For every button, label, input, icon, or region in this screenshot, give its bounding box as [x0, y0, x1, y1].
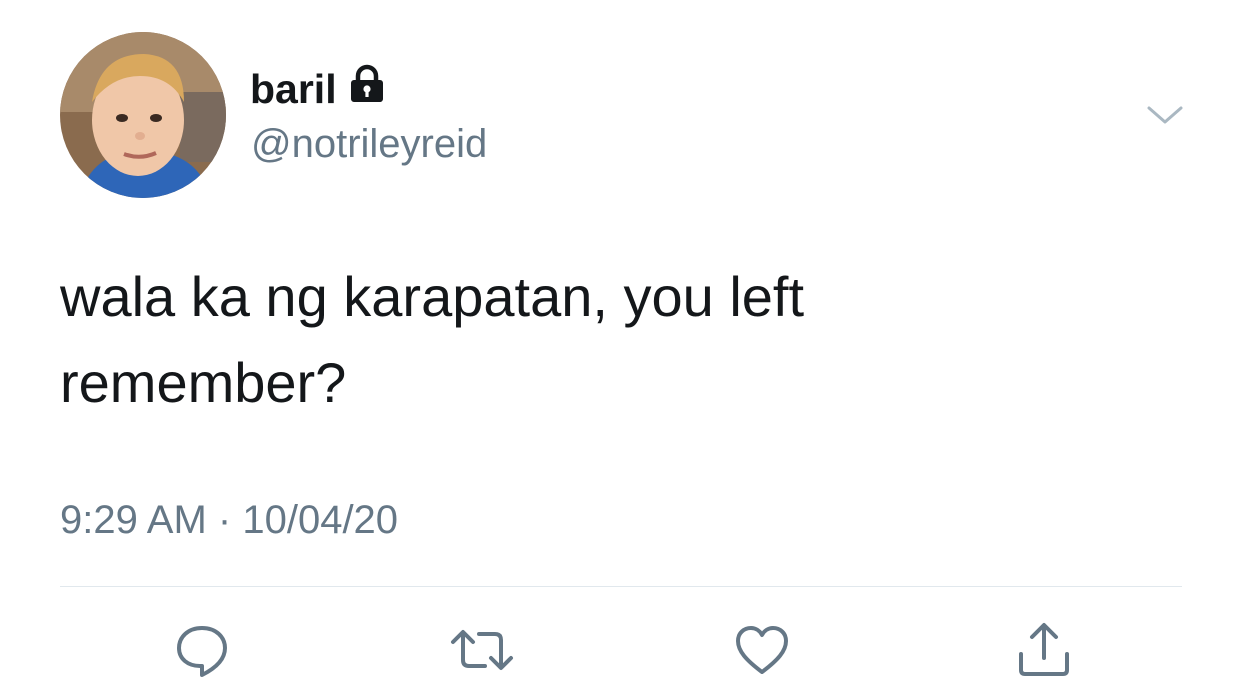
tweet-time: 9:29 AM — [60, 498, 207, 542]
retweet-icon — [449, 620, 515, 685]
tweet-timestamp[interactable]: 9:29 AM · 10/04/20 — [60, 494, 398, 546]
retweet-button[interactable] — [450, 620, 514, 684]
author-handle[interactable]: @notrileyreid — [251, 118, 487, 170]
avatar-image — [60, 32, 226, 198]
reply-icon — [172, 620, 232, 685]
reply-button[interactable] — [170, 620, 234, 684]
divider — [60, 586, 1182, 587]
timestamp-separator: · — [217, 498, 232, 542]
tweet-date: 10/04/20 — [242, 498, 399, 542]
tweet-text: wala ka ng karapatan, you left remember? — [60, 265, 805, 414]
avatar[interactable] — [60, 32, 226, 198]
lock-icon — [349, 64, 385, 116]
share-button[interactable] — [1012, 620, 1076, 684]
heart-icon — [732, 620, 792, 685]
author-display-name-row[interactable]: baril — [250, 62, 385, 116]
author-display-name[interactable]: baril — [250, 63, 337, 115]
chevron-down-icon[interactable] — [1144, 100, 1186, 130]
share-icon — [1014, 620, 1074, 685]
like-button[interactable] — [730, 620, 794, 684]
